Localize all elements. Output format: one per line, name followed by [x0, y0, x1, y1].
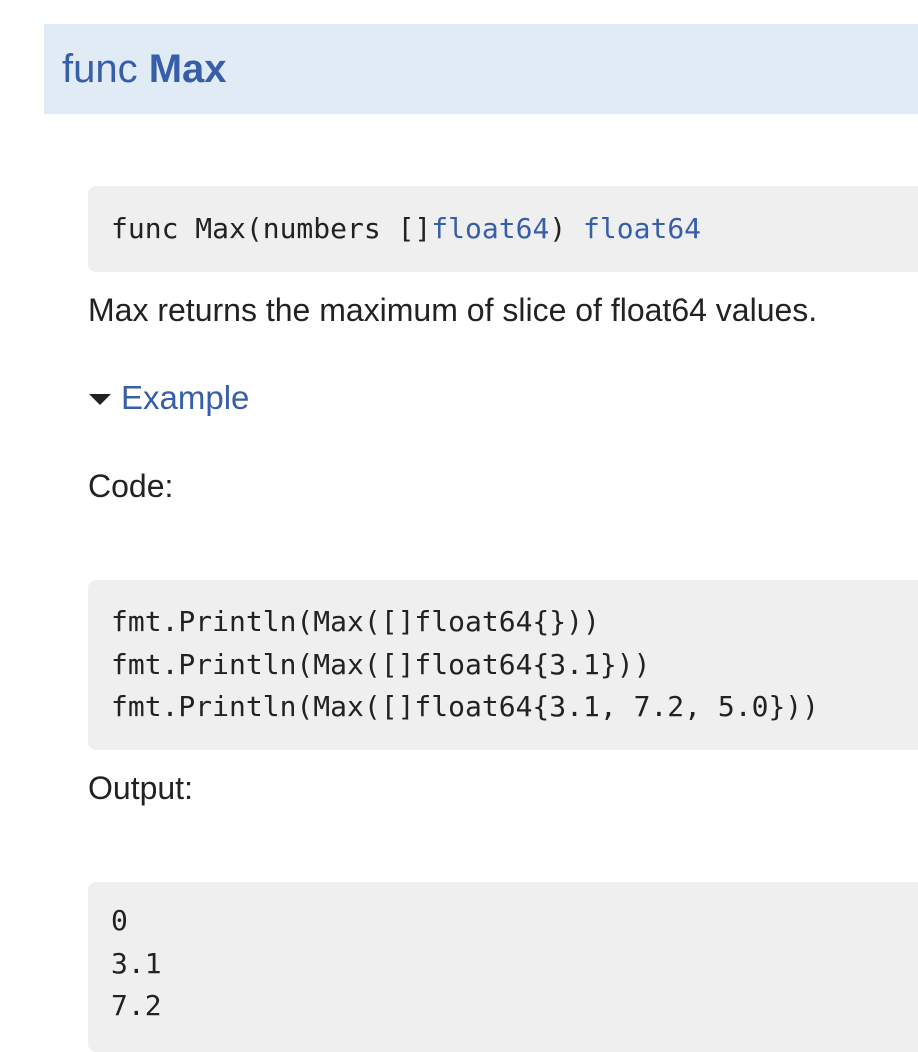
caret-down-icon — [89, 393, 111, 405]
output-label: Output: — [88, 770, 193, 806]
output-line: 7.2 — [111, 989, 162, 1022]
example-code-block: fmt.Println(Max([]float64{})) fmt.Println… — [88, 580, 918, 750]
func-header: func Max — [44, 24, 918, 114]
func-title: func Max — [62, 42, 227, 96]
func-name: Max — [148, 47, 227, 91]
example-toggle-label[interactable]: Example — [121, 374, 249, 422]
signature-middle: ) — [549, 212, 584, 245]
signature-prefix: func Max(numbers [] — [111, 212, 432, 245]
return-type-link[interactable]: float64 — [583, 212, 701, 245]
func-description: Max returns the maximum of slice of floa… — [88, 292, 818, 328]
output-line: 0 — [111, 904, 128, 937]
example-toggle[interactable]: Example — [88, 374, 249, 422]
example-output-block: 0 3.1 7.2 — [88, 882, 918, 1052]
code-label: Code: — [88, 468, 174, 504]
code-line: fmt.Println(Max([]float64{3.1, 7.2, 5.0}… — [111, 690, 820, 723]
func-keyword: func — [62, 47, 138, 91]
output-line: 3.1 — [111, 946, 162, 980]
code-line: fmt.Println(Max([]float64{3.1})) — [111, 647, 651, 681]
param-type-link[interactable]: float64 — [431, 212, 549, 245]
code-line: fmt.Println(Max([]float64{})) — [111, 605, 600, 638]
signature-block: func Max(numbers []float64) float64 — [88, 186, 918, 272]
